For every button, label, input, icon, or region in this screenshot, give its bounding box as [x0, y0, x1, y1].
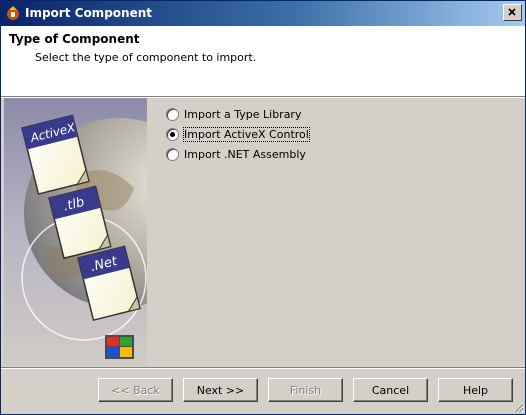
- footer-divider: [1, 367, 525, 369]
- cancel-button[interactable]: Cancel: [353, 378, 428, 402]
- back-button[interactable]: << Back: [98, 378, 173, 402]
- radio-net-assembly[interactable]: [166, 147, 179, 161]
- window-title: Import Component: [25, 6, 152, 20]
- app-icon: [7, 6, 19, 20]
- finish-button[interactable]: Finish: [268, 378, 343, 402]
- wizard-header: Type of Component Select the type of com…: [1, 26, 525, 96]
- option-net-assembly[interactable]: Import .NET Assembly: [166, 144, 309, 164]
- resize-grip-icon[interactable]: [512, 401, 524, 413]
- option-activex-control-label[interactable]: Import ActiveX Control: [183, 126, 310, 142]
- page-title: Type of Component: [9, 32, 140, 46]
- option-net-assembly-label[interactable]: Import .NET Assembly: [184, 148, 306, 161]
- import-component-dialog: Import Component Type of Component Selec…: [0, 0, 526, 415]
- option-activex-control[interactable]: Import ActiveX Control: [166, 124, 310, 144]
- option-type-library[interactable]: Import a Type Library: [166, 104, 309, 124]
- component-type-options: Import a Type Library Import ActiveX Con…: [166, 104, 310, 164]
- radio-activex-control[interactable]: [166, 127, 179, 141]
- help-button[interactable]: Help: [438, 378, 513, 402]
- title-bar[interactable]: Import Component: [1, 1, 525, 26]
- radio-type-library[interactable]: [166, 107, 179, 121]
- close-button[interactable]: [503, 4, 522, 21]
- page-subtitle: Select the type of component to import.: [35, 51, 257, 64]
- windows-logo-icon: [105, 335, 134, 359]
- close-icon: [508, 8, 516, 16]
- wizard-illustration: ActiveX .tlb .Net: [4, 98, 147, 365]
- next-button[interactable]: Next >>: [183, 378, 258, 402]
- option-type-library-label[interactable]: Import a Type Library: [184, 108, 301, 121]
